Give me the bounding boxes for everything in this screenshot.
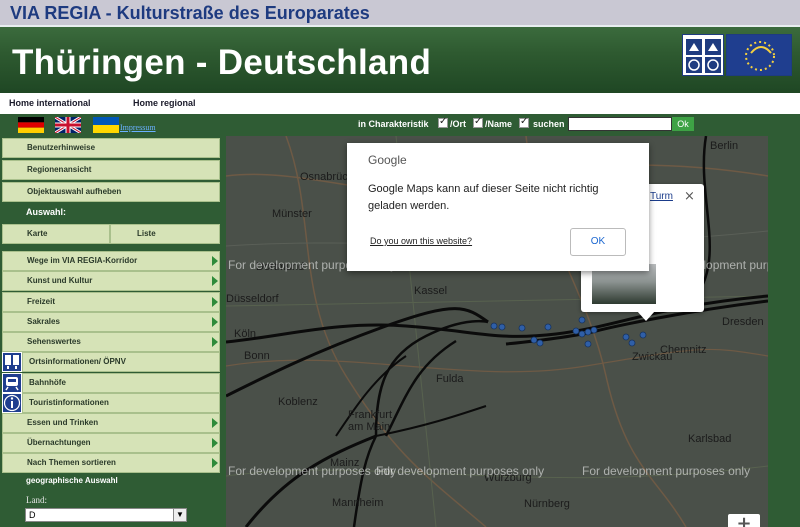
land-select[interactable]: D ▼ bbox=[25, 508, 187, 522]
bahnhoefe-button[interactable]: Bahnhöfe bbox=[22, 373, 220, 393]
tourist-info-icon bbox=[2, 393, 22, 413]
google-logo: Google bbox=[368, 153, 407, 167]
zoom-in-button[interactable]: + bbox=[728, 514, 760, 527]
category-freizeit[interactable]: Freizeit bbox=[2, 292, 220, 312]
dev-watermark: For development purposes only bbox=[582, 464, 751, 478]
right-margin bbox=[768, 136, 800, 527]
map-city-label: Karlsbad bbox=[688, 433, 732, 445]
category-nach-themen[interactable]: Nach Themen sortieren bbox=[2, 453, 220, 473]
map-city-label: Münster bbox=[272, 208, 312, 220]
site-title-bar: VIA REGIA - Kulturstraße des Europarates bbox=[0, 0, 800, 25]
search-ok-button[interactable]: Ok bbox=[672, 117, 694, 131]
suchen-label: suchen bbox=[533, 119, 565, 129]
map-city-label: Dresden bbox=[722, 316, 764, 328]
british-flag-icon[interactable] bbox=[54, 115, 82, 135]
ukrainian-flag-icon[interactable] bbox=[93, 117, 119, 133]
site-title: VIA REGIA - Kulturstraße des Europarates bbox=[10, 3, 370, 23]
home-international-link[interactable]: Home international bbox=[9, 98, 91, 108]
search-bar: Impressum in Charakteristik /Ort /Name s… bbox=[0, 114, 800, 136]
map-city-label: Kassel bbox=[414, 285, 448, 297]
home-regional-link[interactable]: Home regional bbox=[133, 98, 196, 108]
nav-bar: Home international Home regional bbox=[0, 93, 800, 114]
liste-view-button[interactable]: Liste bbox=[110, 224, 220, 244]
via-regia-logo bbox=[682, 34, 724, 76]
map-city-label: Fulda bbox=[436, 373, 464, 385]
category-uebernachtungen[interactable]: Übernachtungen bbox=[2, 433, 220, 453]
google-maps-error-dialog: Google Google Maps kann auf dieser Seite… bbox=[347, 143, 649, 271]
banner: Thüringen - Deutschland bbox=[0, 25, 800, 93]
name-checkbox[interactable] bbox=[473, 116, 483, 128]
dev-watermark: For development purposes only bbox=[376, 464, 545, 478]
search-input[interactable] bbox=[568, 117, 672, 131]
own-website-link[interactable]: Do you own this website? bbox=[370, 236, 472, 246]
dialog-ok-button[interactable]: OK bbox=[570, 228, 626, 256]
map-city-label: Zwickau bbox=[632, 351, 673, 363]
dev-watermark: For development purposes only bbox=[228, 464, 397, 478]
auswahl-label: Auswahl: bbox=[26, 207, 67, 217]
map-city-label: Bonn bbox=[244, 350, 270, 362]
map-city-label: Frankfurt am Main bbox=[348, 409, 393, 433]
benutzerhinweise-button[interactable]: Benutzerhinweise bbox=[2, 138, 220, 158]
map-city-label: Osnabrück bbox=[300, 171, 354, 183]
transport-icon bbox=[2, 352, 22, 372]
ort-label: /Ort bbox=[450, 119, 467, 129]
close-icon[interactable]: × bbox=[684, 189, 695, 204]
geo-selection-label: geographische Auswahl bbox=[26, 476, 118, 485]
page: VIA REGIA - Kulturstraße des Europarates… bbox=[0, 0, 800, 527]
ort-checkbox[interactable] bbox=[438, 116, 448, 128]
land-label: Land: bbox=[26, 495, 47, 505]
ortsinformationen-button[interactable]: Ortsinformationen/ ÖPNV bbox=[22, 352, 220, 372]
map-city-label: Mannheim bbox=[332, 497, 384, 509]
banner-title: Thüringen - Deutschland bbox=[12, 43, 432, 82]
name-label: /Name bbox=[485, 119, 513, 129]
chevron-down-icon: ▼ bbox=[173, 509, 186, 521]
in-characteristic-label: in Charakteristik bbox=[358, 119, 429, 129]
map-city-label: Nürnberg bbox=[524, 498, 570, 510]
german-flag-icon[interactable] bbox=[18, 117, 44, 133]
impressum-link[interactable]: Impressum bbox=[120, 123, 156, 132]
council-of-europe-logo bbox=[726, 34, 792, 76]
karte-view-button[interactable]: Karte bbox=[2, 224, 110, 244]
regionenansicht-button[interactable]: Regionenansicht bbox=[2, 160, 220, 180]
map-city-label: Koblenz bbox=[278, 396, 318, 408]
suchen-checkbox[interactable] bbox=[519, 116, 529, 128]
map-city-label: Berlin bbox=[710, 140, 739, 152]
category-essen-trinken[interactable]: Essen und Trinken bbox=[2, 413, 220, 433]
map-city-label: Köln bbox=[234, 328, 257, 340]
category-sakrales[interactable]: Sakrales bbox=[2, 312, 220, 332]
touristinformationen-button[interactable]: Touristinformationen bbox=[22, 393, 220, 413]
error-message: Google Maps kann auf dieser Seite nicht … bbox=[368, 183, 599, 212]
train-icon bbox=[2, 373, 22, 393]
category-sehenswertes[interactable]: Sehenswertes bbox=[2, 332, 220, 352]
category-wege[interactable]: Wege im VIA REGIA-Korridor bbox=[2, 251, 220, 271]
category-kunst-kultur[interactable]: Kunst und Kultur bbox=[2, 271, 220, 291]
info-window-link[interactable]: Turm bbox=[650, 191, 673, 202]
map-city-label: Düsseldorf bbox=[226, 293, 279, 305]
land-select-value: D bbox=[29, 510, 36, 520]
objektauswahl-aufheben-button[interactable]: Objektauswahl aufheben bbox=[2, 182, 220, 202]
